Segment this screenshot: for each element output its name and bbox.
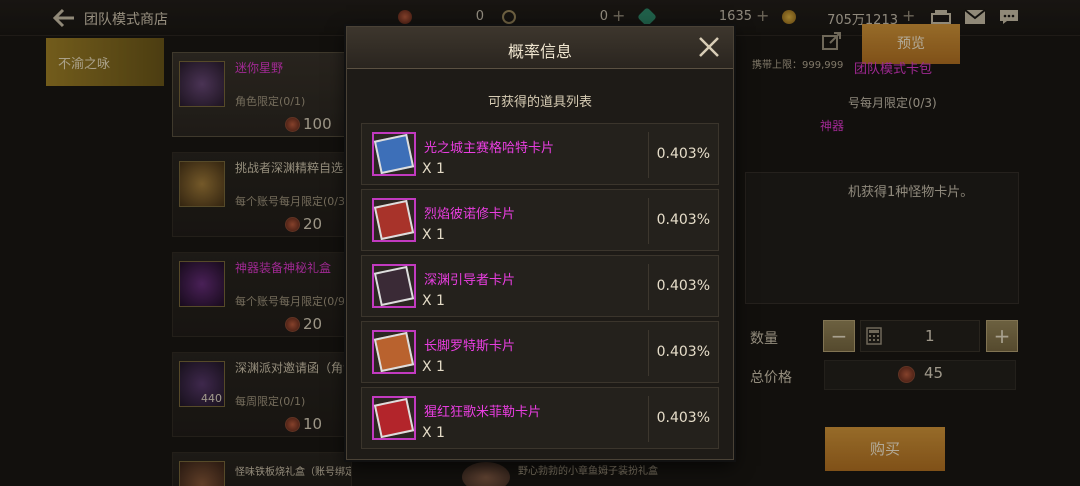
divider (648, 396, 649, 442)
drop-item-rate: 0.403% (656, 278, 710, 294)
divider (648, 264, 649, 310)
drop-item-row: 长脚罗特斯卡片 X 1 0.403% (361, 321, 719, 383)
drop-item-row: 烈焰彼诺修卡片 X 1 0.403% (361, 189, 719, 251)
drop-item-row: 猩红狂歌米菲勒卡片 X 1 0.403% (361, 387, 719, 449)
divider (648, 330, 649, 376)
drop-item-name: 深渊引导者卡片 (424, 273, 516, 288)
card-icon (372, 330, 416, 374)
card-icon (372, 264, 416, 308)
drop-item-rate: 0.403% (656, 410, 710, 426)
drop-item-row: 光之城主赛格哈特卡片 X 1 0.403% (361, 123, 719, 185)
drop-item-row: 深渊引导者卡片 X 1 0.403% (361, 255, 719, 317)
drop-item-quantity: X 1 (422, 227, 445, 243)
divider (648, 198, 649, 244)
drop-item-rate: 0.403% (656, 212, 710, 228)
drop-list[interactable]: 光之城主赛格哈特卡片 X 1 0.403% 烈焰彼诺修卡片 X 1 0.403%… (361, 123, 719, 453)
drop-item-quantity: X 1 (422, 359, 445, 375)
card-icon (372, 396, 416, 440)
drop-item-quantity: X 1 (422, 293, 445, 309)
drop-item-name: 光之城主赛格哈特卡片 (424, 141, 555, 156)
modal-header: 概率信息 (347, 27, 733, 69)
card-icon (372, 198, 416, 242)
drop-item-rate: 0.403% (656, 344, 710, 360)
drop-item-rate: 0.403% (656, 146, 710, 162)
divider (648, 132, 649, 178)
modal-title: 概率信息 (507, 42, 572, 61)
drop-item-name: 猩红狂歌米菲勒卡片 (424, 405, 542, 420)
close-icon[interactable] (697, 35, 721, 59)
drop-item-name: 长脚罗特斯卡片 (424, 339, 516, 354)
probability-info-modal: 概率信息 可获得的道具列表 光之城主赛格哈特卡片 X 1 0.403% 烈焰彼诺… (346, 26, 734, 460)
drop-item-name: 烈焰彼诺修卡片 (424, 207, 516, 222)
modal-subtitle: 可获得的道具列表 (487, 95, 592, 110)
drop-item-quantity: X 1 (422, 161, 445, 177)
drop-item-quantity: X 1 (422, 425, 445, 441)
card-icon (372, 132, 416, 176)
